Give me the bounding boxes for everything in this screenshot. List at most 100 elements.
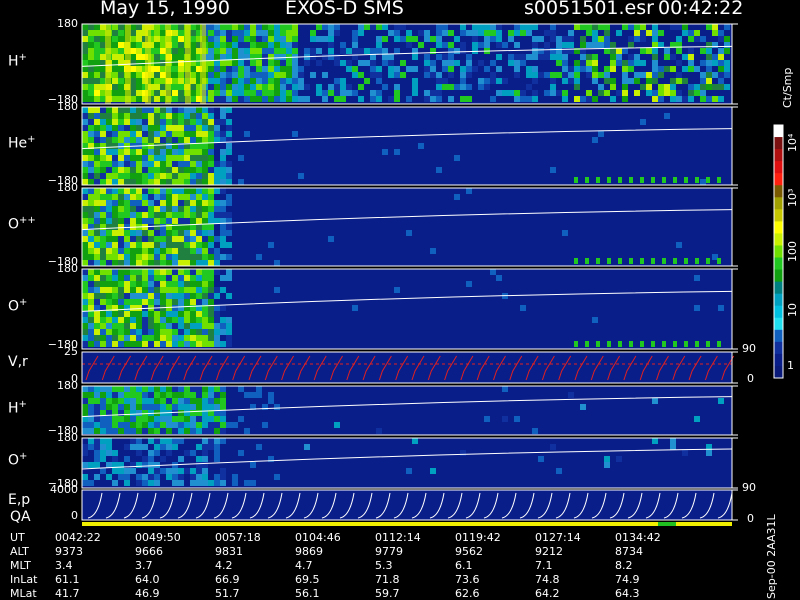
colorbar-segment — [774, 209, 783, 222]
spectrogram-cell — [214, 212, 220, 218]
spectrogram-cell — [100, 131, 106, 137]
spectrogram-cell — [88, 48, 94, 54]
spectrogram-cell — [202, 143, 208, 149]
spectrogram-cell — [94, 66, 100, 72]
spectrogram-cell — [196, 287, 202, 293]
spectrogram-cell — [166, 293, 172, 299]
spectrogram-cell — [166, 305, 172, 311]
spectrogram-cell — [130, 155, 136, 161]
spectrogram-cell — [412, 78, 418, 84]
spectrogram-cell — [214, 236, 220, 242]
spectrogram-cell — [232, 422, 238, 428]
spectrogram-cell — [88, 462, 94, 468]
y-axis-top-tick: 4000 — [50, 483, 78, 496]
spectrogram-cell — [568, 392, 574, 398]
spectrogram-cell — [82, 422, 88, 428]
spectrogram-cell — [172, 60, 178, 66]
spectrogram-cell — [640, 119, 646, 125]
spectrogram-cell — [196, 293, 202, 299]
spectrogram-cell — [160, 218, 166, 224]
spectrogram-cell — [232, 66, 238, 72]
spectrogram-cell — [88, 293, 94, 299]
spectrogram-cell — [88, 480, 94, 486]
spectrogram-cell — [694, 36, 700, 42]
spectrogram-cell — [232, 36, 238, 42]
spectrogram-cell — [172, 480, 178, 486]
spectrogram-cell — [322, 72, 328, 78]
spectrogram-cell — [112, 119, 118, 125]
spectrogram-cell — [112, 329, 118, 335]
spectrogram-cell — [112, 96, 118, 102]
spectrogram-cell — [178, 428, 184, 434]
spectrogram-cell — [208, 293, 214, 299]
spectrogram-cell — [220, 179, 226, 185]
spectrogram-cell — [148, 119, 154, 125]
spectrogram-cell — [328, 30, 334, 36]
spectrogram-cell — [370, 24, 376, 30]
spectrogram-cell — [172, 96, 178, 102]
spectrogram-cell — [316, 84, 322, 90]
event-marker — [695, 177, 699, 183]
spectrogram-cell — [148, 404, 154, 410]
spectrogram-cell — [178, 248, 184, 254]
spectrogram-cell — [82, 125, 88, 131]
spectrogram-cell — [196, 125, 202, 131]
spectrogram-cell — [112, 281, 118, 287]
spectrogram-cell — [214, 305, 220, 311]
spectrogram-cell — [124, 422, 130, 428]
spectrogram-cell — [184, 329, 190, 335]
spectrogram-cell — [178, 456, 184, 462]
spectrogram-cell — [382, 48, 388, 54]
spectrogram-cell — [154, 188, 160, 194]
spectrogram-cell — [112, 54, 118, 60]
spectrogram-cell — [676, 72, 682, 78]
spectrogram-cell — [184, 230, 190, 236]
spectrogram-cell — [154, 224, 160, 230]
spectrogram-cell — [256, 60, 262, 66]
spectrogram-cell — [412, 90, 418, 96]
spectrogram-cell — [166, 248, 172, 254]
colorbar-segment — [774, 293, 783, 307]
spectrogram-cell — [148, 398, 154, 404]
spectrogram-cell — [106, 200, 112, 206]
spectrogram-cell — [82, 299, 88, 305]
spectrogram-cell — [418, 143, 424, 149]
spectrogram-cell — [208, 444, 214, 450]
spectrogram-cell — [466, 84, 472, 90]
spectrogram-cell — [652, 90, 658, 96]
spectrogram-cell — [430, 66, 436, 72]
spectrogram-cell — [160, 341, 166, 347]
spectrogram-cell — [172, 212, 178, 218]
spectrogram-cell — [124, 242, 130, 248]
spectrogram-cell — [238, 90, 244, 96]
panel-label-species: H — [8, 400, 19, 417]
spectrogram-cell — [88, 287, 94, 293]
spectrogram-cell — [214, 125, 220, 131]
spectrogram-cell — [136, 155, 142, 161]
spectrogram-cell — [160, 236, 166, 242]
spectrogram-cell — [136, 78, 142, 84]
spectrogram-cell — [130, 167, 136, 173]
spectrogram-cell — [106, 194, 112, 200]
spectrogram-cell — [118, 48, 124, 54]
spectrogram-cell — [124, 212, 130, 218]
spectrogram-cell — [106, 206, 112, 212]
spectrogram-cell — [82, 119, 88, 125]
spectrogram-cell — [124, 287, 130, 293]
spectrogram-cell — [310, 30, 316, 36]
spectrogram-cell — [220, 404, 226, 410]
spectrogram-cell — [178, 36, 184, 42]
event-marker — [607, 177, 611, 183]
spectrogram-cell — [292, 48, 298, 54]
spectrogram-cell — [130, 305, 136, 311]
spectrogram-cell — [718, 78, 724, 84]
spectrogram-cell — [406, 66, 412, 72]
spectrogram-cell — [244, 78, 250, 84]
spectrogram-cell — [550, 444, 556, 450]
spectrogram-cell — [472, 24, 478, 30]
spectrogram-cell — [706, 54, 712, 60]
spectrogram-cell — [658, 96, 664, 102]
spectrogram-cell — [154, 161, 160, 167]
spectrogram-cell — [124, 200, 130, 206]
spectrogram-cell — [208, 84, 214, 90]
